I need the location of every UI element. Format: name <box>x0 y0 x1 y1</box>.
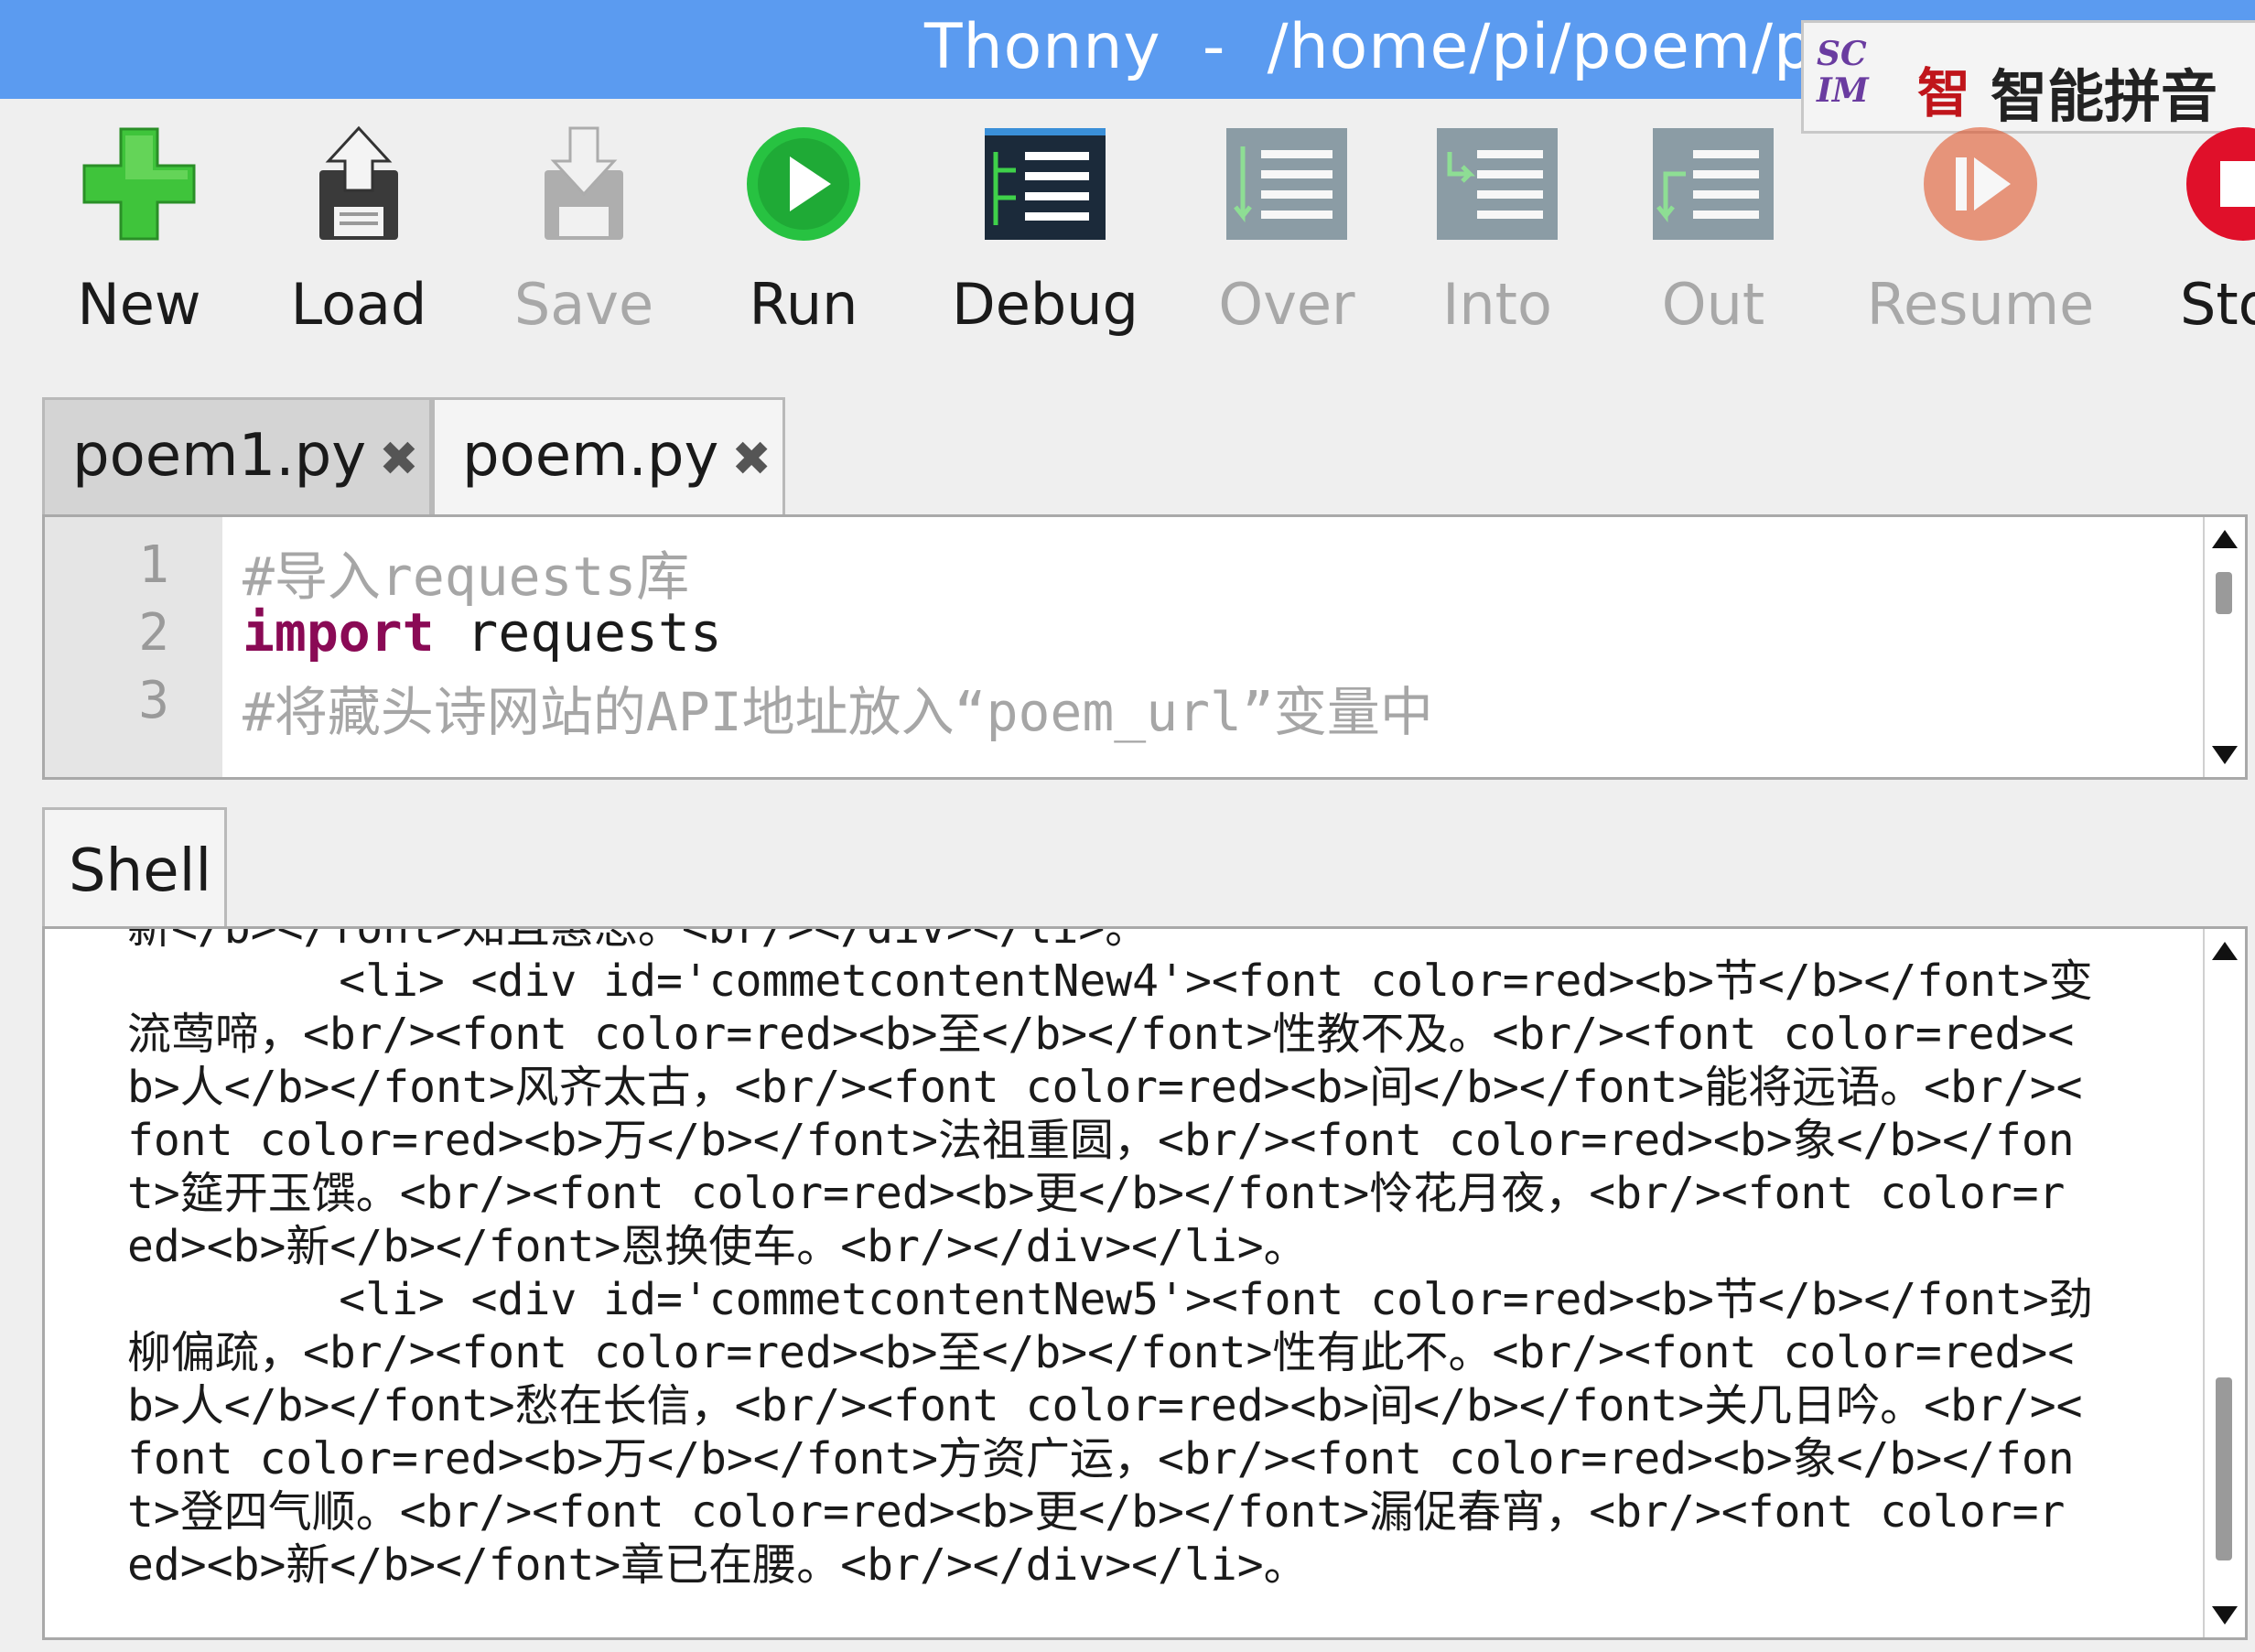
scim-logo-line1: SC <box>1817 35 1867 73</box>
resume-icon <box>1924 127 2037 241</box>
step-into-button[interactable]: Into <box>1397 124 1598 344</box>
load-icon <box>319 125 398 240</box>
debug-button[interactable]: Debug <box>944 124 1146 344</box>
shell-output-line: b>人</b></font>愁在长信，<br/><font color=red>… <box>127 1380 2083 1431</box>
save-label: Save <box>513 271 654 338</box>
code-line[interactable]: import requests <box>243 601 722 664</box>
code-line[interactable]: #导入requests库 <box>243 534 689 610</box>
save-icon <box>545 126 623 240</box>
shell-output-line: t>登四气顺。<br/><font color=red><b>更</b></fo… <box>127 1486 2066 1538</box>
ime-status-widget[interactable]: SC IM 智 智能拼音 <box>1801 20 2255 134</box>
step-over-icon <box>1226 128 1347 240</box>
line-number: 3 <box>138 671 169 730</box>
new-label: New <box>77 271 201 338</box>
editor-scroll-thumb[interactable] <box>2216 572 2232 614</box>
tab-poem1-py[interactable]: poem1.py ✖ <box>42 397 432 514</box>
shell-output-line: ed><b>新</b></font>恩换使车。<br/></div></li>。 <box>127 1221 1308 1272</box>
ime-mode-indicator[interactable]: 智 <box>1917 50 1970 127</box>
close-tab-icon[interactable]: ✖ <box>379 432 419 487</box>
resume-button[interactable]: Resume <box>1861 124 2099 344</box>
editor-scrollbar[interactable] <box>2203 517 2245 777</box>
line-number-gutter: 1 2 3 <box>45 517 222 777</box>
shell-output[interactable]: 新</b></font>知且惠思。<br/></div></li>。 <li> … <box>42 926 2248 1640</box>
shell-output-line: t>筵开玉馔。<br/><font color=red><b>更</b></fo… <box>127 1168 2066 1219</box>
new-button[interactable]: New <box>38 124 240 344</box>
run-icon <box>747 127 860 241</box>
scroll-down-arrow-icon[interactable] <box>2212 746 2238 764</box>
scim-logo-icon: SC IM <box>1817 36 1881 124</box>
window-title: Thonny - /home/pi/poem/poem <box>924 11 1954 83</box>
shell-scroll-thumb[interactable] <box>2216 1377 2232 1560</box>
debug-label: Debug <box>952 271 1138 338</box>
step-over-label: Over <box>1218 271 1355 338</box>
stop-icon <box>2186 127 2255 241</box>
stop-button[interactable]: Sto <box>2154 124 2255 344</box>
shell-output-line: font color=red><b>万</b></font>方资广运，<br/>… <box>127 1433 2075 1485</box>
shell-output-line: 新</b></font>知且惠思。<br/></div></li>。 <box>127 926 1149 954</box>
step-into-icon <box>1437 128 1558 240</box>
line-number: 1 <box>138 535 169 595</box>
shell-output-line: 柳偏疏，<br/><font color=red><b>至</b></font>… <box>127 1327 2075 1378</box>
ime-name[interactable]: 智能拼音 <box>1991 50 2217 133</box>
shell-output-line: 流莺啼，<br/><font color=red><b>至</b></font>… <box>127 1009 2075 1060</box>
shell-output-line: font color=red><b>万</b></font>法祖重圆，<br/>… <box>127 1115 2075 1166</box>
load-button[interactable]: Load <box>258 124 459 344</box>
line-number: 2 <box>138 603 169 663</box>
stop-label: Sto <box>2180 271 2255 338</box>
run-button[interactable]: Run <box>703 124 904 344</box>
tab-label: poem.py <box>462 422 719 490</box>
close-tab-icon[interactable]: ✖ <box>731 432 771 487</box>
tab-poem-py[interactable]: poem.py ✖ <box>432 397 785 514</box>
new-icon <box>82 127 196 241</box>
step-out-button[interactable]: Out <box>1613 124 1814 344</box>
code-editor[interactable]: 1 2 3 #导入requests库 import requests #将藏头诗… <box>42 514 2248 780</box>
step-over-button[interactable]: Over <box>1186 124 1387 344</box>
tab-label: poem1.py <box>72 422 367 490</box>
resume-label: Resume <box>1866 271 2095 338</box>
load-label: Load <box>290 271 427 338</box>
scroll-up-arrow-icon[interactable] <box>2212 530 2238 548</box>
code-line[interactable]: #将藏头诗网站的API地址放入“poem_url”变量中 <box>243 669 1433 746</box>
scroll-up-arrow-icon[interactable] <box>2212 942 2238 960</box>
shell-output-line: b>人</b></font>风齐太古，<br/><font color=red>… <box>127 1062 2083 1113</box>
step-into-label: Into <box>1442 271 1552 338</box>
step-out-icon <box>1653 128 1774 240</box>
tab-shell[interactable]: Shell <box>42 807 227 928</box>
code-text: requests <box>434 601 722 664</box>
shell-output-line: <li> <div id='commetcontentNew5'><font c… <box>127 1274 2093 1325</box>
debug-icon <box>985 128 1106 240</box>
scim-logo-line2: IM <box>1817 71 1869 110</box>
save-button[interactable]: Save <box>483 124 685 344</box>
shell-output-line: ed><b>新</b></font>章已在腰。<br/></div></li>。 <box>127 1539 1308 1591</box>
shell-scrollbar[interactable] <box>2203 929 2245 1637</box>
run-label: Run <box>749 271 858 338</box>
python-keyword: import <box>243 601 435 664</box>
shell-output-line: <li> <div id='commetcontentNew4'><font c… <box>127 956 2093 1007</box>
step-out-label: Out <box>1661 271 1765 338</box>
shell-tab-label: Shell <box>69 837 212 905</box>
scroll-down-arrow-icon[interactable] <box>2212 1606 2238 1625</box>
